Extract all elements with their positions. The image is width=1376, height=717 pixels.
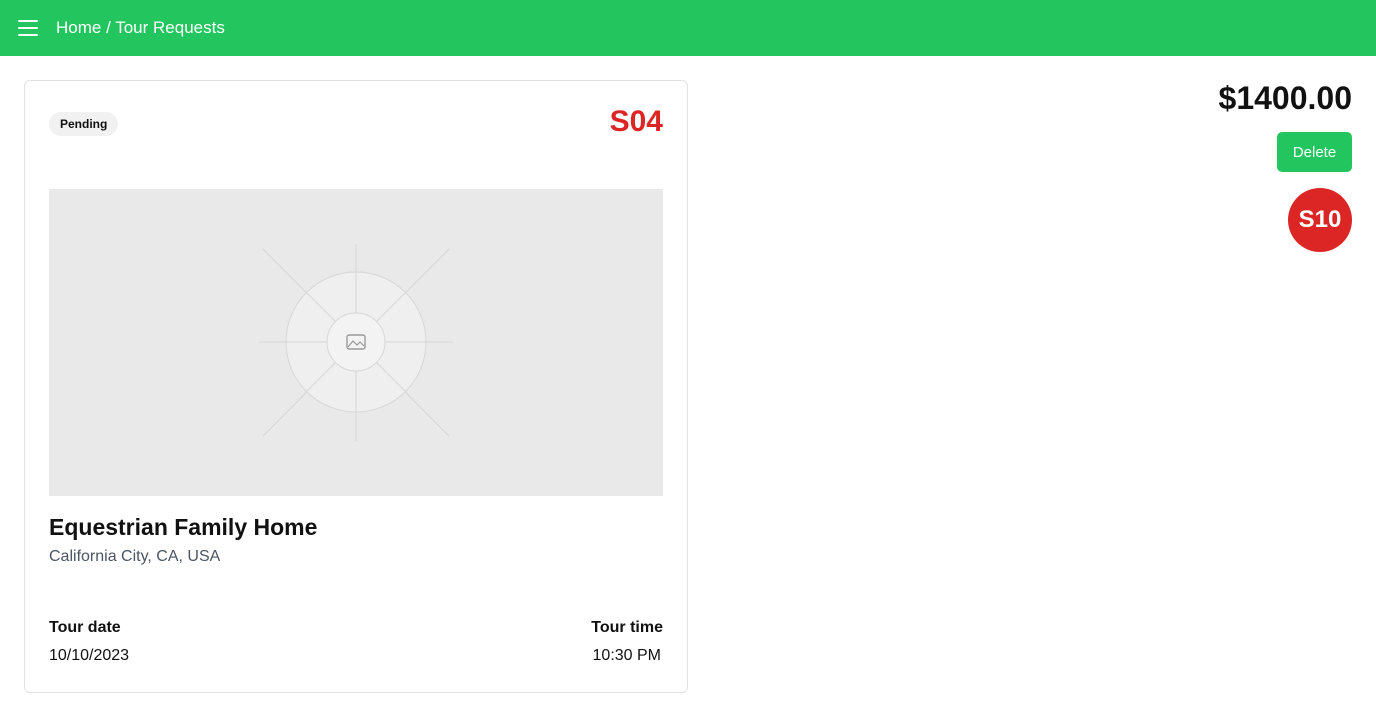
delete-button[interactable]: Delete [1277, 132, 1352, 172]
tour-date-label: Tour date [49, 619, 121, 636]
hamburger-icon[interactable] [18, 20, 38, 36]
property-title: Equestrian Family Home [49, 514, 318, 540]
property-code: S04 [609, 105, 663, 138]
property-image [49, 189, 663, 496]
price: $1400.00 [1218, 80, 1352, 116]
tour-time-value: 10:30 PM [592, 647, 661, 664]
top-bar: Home / Tour Requests [0, 0, 1376, 56]
status-badge: Pending [49, 112, 119, 136]
tour-date-value: 10/10/2023 [49, 647, 130, 664]
avatar[interactable]: S10 [1288, 188, 1352, 252]
property-location: California City, CA, USA [49, 548, 221, 565]
tour-time-label: Tour time [591, 619, 663, 636]
tour-request-card[interactable]: Pending S04 Equestrian Family Home Calif… [24, 80, 688, 693]
breadcrumb: Home / Tour Requests [56, 18, 225, 37]
image-placeholder-icon [259, 244, 453, 441]
